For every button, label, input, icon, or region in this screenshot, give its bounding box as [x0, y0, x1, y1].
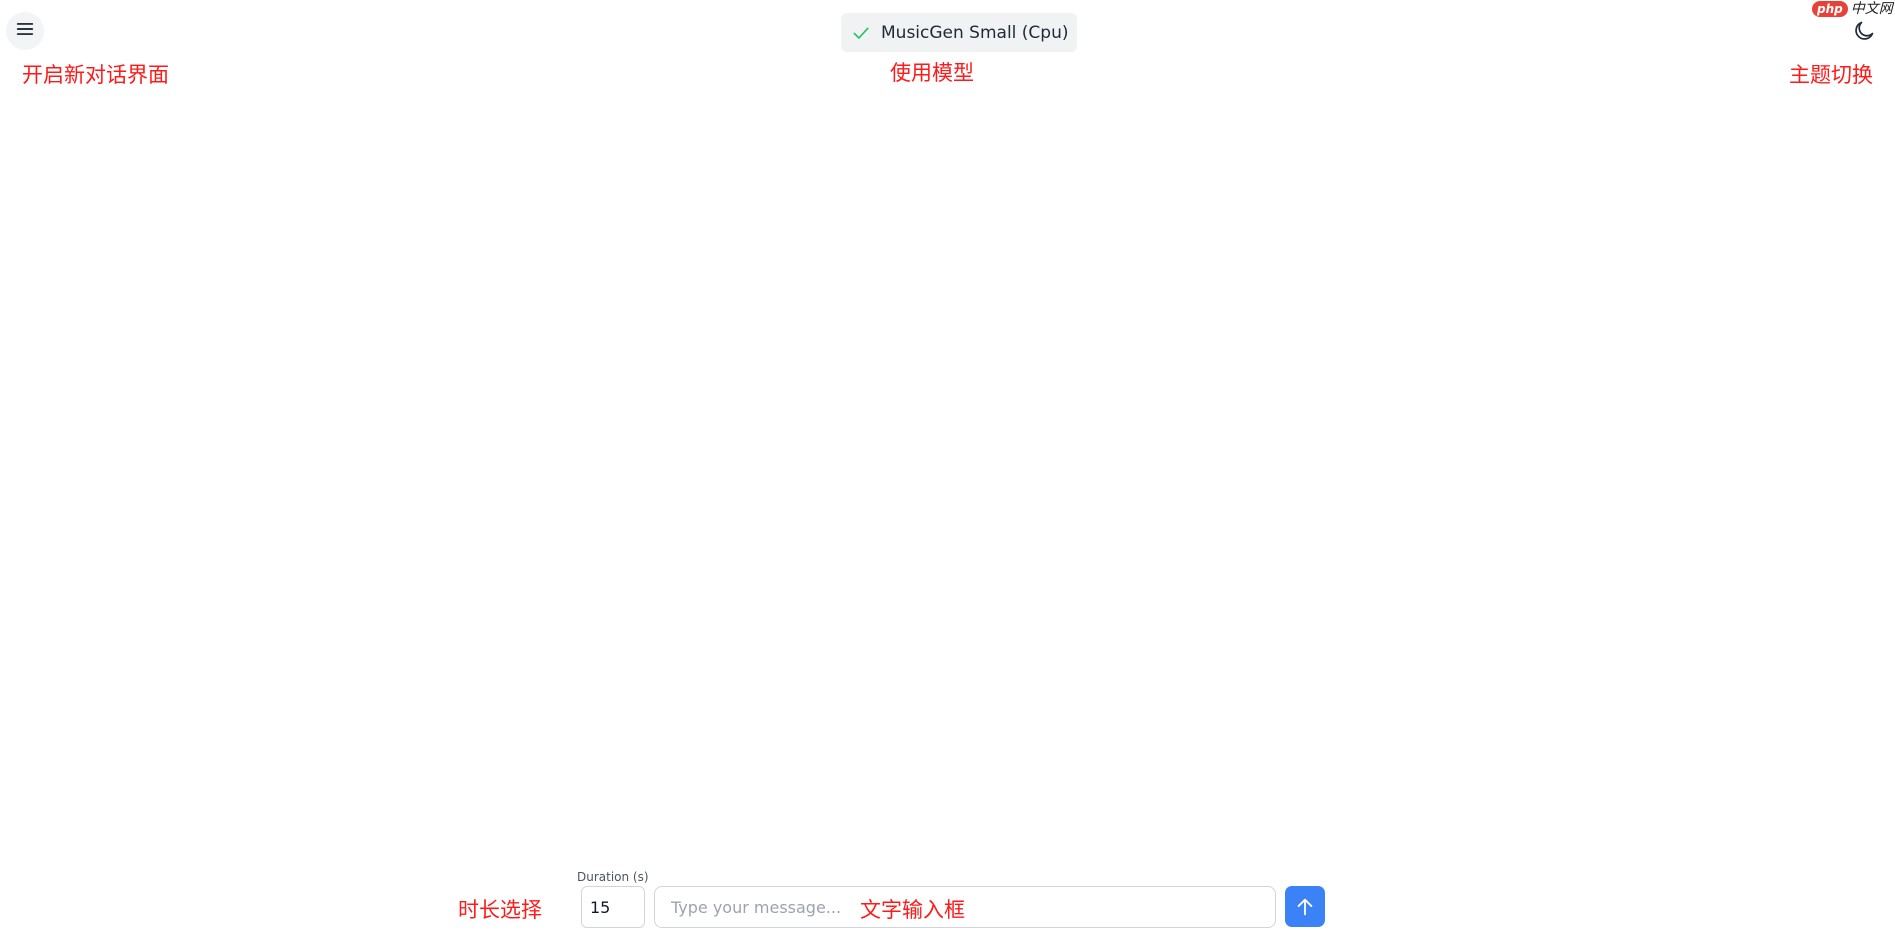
send-button[interactable] [1285, 886, 1325, 927]
model-name: MusicGen Small (Cpu) [881, 22, 1069, 43]
php-cn-watermark: php 中文网 [1812, 0, 1893, 18]
annotation-text-input: 文字输入框 [860, 898, 965, 922]
message-input[interactable] [654, 886, 1276, 928]
annotation-duration: 时长选择 [458, 898, 542, 922]
check-icon [851, 23, 871, 43]
moon-icon [1852, 19, 1876, 47]
annotation-theme: 主题切换 [1789, 63, 1873, 87]
duration-input[interactable] [581, 886, 645, 928]
annotation-model: 使用模型 [890, 61, 974, 85]
model-selector[interactable]: MusicGen Small (Cpu) [841, 13, 1077, 52]
hamburger-menu-icon [14, 18, 36, 44]
annotation-new-chat: 开启新对话界面 [22, 63, 169, 87]
arrow-up-icon [1294, 896, 1316, 918]
watermark-logo: php [1812, 1, 1848, 17]
watermark-text: 中文网 [1850, 1, 1893, 17]
theme-toggle-button[interactable] [1851, 20, 1877, 46]
menu-button[interactable] [6, 12, 44, 50]
app-page: MusicGen Small (Cpu) php 中文网 开启新对话界面 使用模… [0, 0, 1895, 930]
duration-label: Duration (s) [577, 870, 649, 884]
